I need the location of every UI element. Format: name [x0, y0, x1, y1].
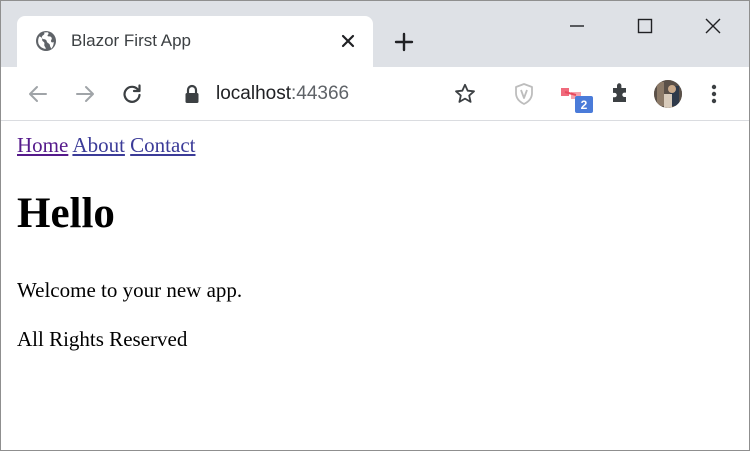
- nav-link-contact[interactable]: Contact: [130, 133, 195, 157]
- address-bar[interactable]: localhost:44366: [216, 83, 349, 105]
- star-icon[interactable]: [450, 79, 480, 109]
- minimize-icon[interactable]: [562, 11, 592, 41]
- avatar[interactable]: [654, 80, 682, 108]
- shield-icon[interactable]: [509, 79, 539, 109]
- arrow-right-icon[interactable]: [70, 79, 100, 109]
- nav-link-about[interactable]: About: [72, 133, 125, 157]
- puzzle-icon[interactable]: [605, 79, 635, 109]
- arrow-left-icon[interactable]: [23, 79, 53, 109]
- browser-window: Blazor First App localhost:44366 2 Home …: [0, 0, 750, 451]
- maximize-icon[interactable]: [630, 11, 660, 41]
- kebab-menu-icon[interactable]: [699, 79, 729, 109]
- plus-icon[interactable]: [391, 29, 417, 55]
- nav-link-home[interactable]: Home: [17, 133, 68, 157]
- close-icon[interactable]: [698, 11, 728, 41]
- page-content: Home About Contact Hello Welcome to your…: [1, 121, 749, 450]
- browser-toolbar: localhost:44366 2: [1, 67, 749, 121]
- tab-title: Blazor First App: [71, 31, 191, 50]
- url-port: :44366: [291, 83, 350, 104]
- close-icon[interactable]: [337, 30, 359, 52]
- footer-text: All Rights Reserved: [17, 327, 188, 351]
- nav-menu: Home About Contact: [17, 133, 196, 158]
- reload-icon[interactable]: [117, 79, 147, 109]
- globe-icon: [35, 30, 57, 52]
- page-title: Hello: [17, 190, 115, 237]
- url-host: localhost: [216, 83, 291, 104]
- extension-badge: 2: [575, 96, 593, 113]
- title-bar: Blazor First App: [1, 1, 749, 67]
- tab-blazor-first-app[interactable]: Blazor First App: [17, 16, 373, 67]
- lock-icon[interactable]: [184, 84, 200, 104]
- welcome-text: Welcome to your new app.: [17, 278, 243, 302]
